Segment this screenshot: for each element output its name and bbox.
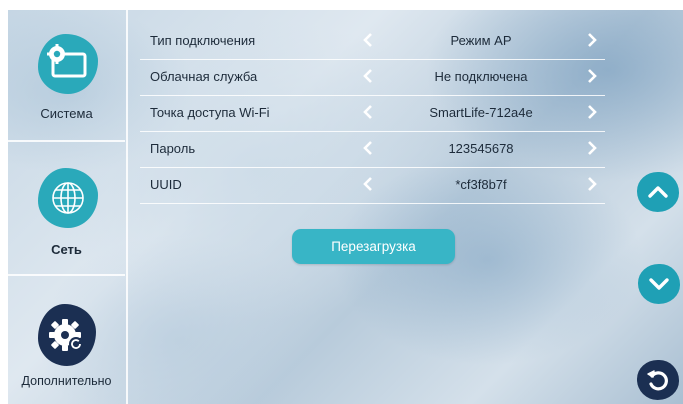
sidebar-item-label: Система bbox=[40, 106, 93, 121]
sidebar-item-label: Дополнительно bbox=[21, 374, 112, 388]
network-settings-list: Тип подключения Режим AP Облачная служба… bbox=[140, 24, 605, 204]
network-globe-icon bbox=[38, 168, 98, 228]
advanced-gear-icon bbox=[38, 304, 96, 366]
scroll-down-button[interactable] bbox=[638, 264, 680, 304]
row-label: Точка доступа Wi-Fi bbox=[150, 105, 270, 120]
chevron-right-icon[interactable] bbox=[584, 174, 600, 194]
row-value: *cf3f8b7f bbox=[455, 177, 507, 192]
scroll-up-button[interactable] bbox=[637, 172, 679, 212]
settings-row-wifi-access-point: Точка доступа Wi-Fi SmartLife-712a4e bbox=[140, 96, 605, 132]
sidebar-item-network[interactable]: Сеть bbox=[8, 142, 125, 274]
row-value: SmartLife-712a4e bbox=[429, 105, 533, 120]
chevron-left-icon[interactable] bbox=[360, 102, 376, 122]
chevron-right-icon[interactable] bbox=[584, 66, 600, 86]
row-value: Режим AP bbox=[450, 33, 512, 48]
chevron-up-icon bbox=[648, 186, 668, 198]
back-arrow-icon bbox=[647, 370, 668, 391]
row-label: Облачная служба bbox=[150, 69, 258, 84]
screen: Система Сеть Дополнительно Тип подключен… bbox=[8, 10, 683, 404]
chevron-left-icon[interactable] bbox=[360, 138, 376, 158]
chevron-left-icon[interactable] bbox=[360, 174, 376, 194]
settings-row-connection-type: Тип подключения Режим AP bbox=[140, 24, 605, 60]
back-button[interactable] bbox=[637, 360, 679, 400]
sidebar: Система Сеть Дополнительно bbox=[8, 10, 128, 404]
chevron-right-icon[interactable] bbox=[584, 138, 600, 158]
row-value: 123545678 bbox=[448, 141, 514, 156]
chevron-left-icon[interactable] bbox=[360, 66, 376, 86]
system-settings-icon bbox=[38, 34, 98, 94]
chevron-right-icon[interactable] bbox=[584, 30, 600, 50]
row-label: UUID bbox=[150, 177, 182, 192]
sidebar-item-advanced[interactable]: Дополнительно bbox=[8, 274, 125, 404]
chevron-right-icon[interactable] bbox=[584, 102, 600, 122]
sidebar-item-system[interactable]: Система bbox=[8, 10, 125, 142]
reboot-button[interactable]: Перезагрузка bbox=[292, 229, 455, 264]
settings-row-cloud-service: Облачная служба Не подключена bbox=[140, 60, 605, 96]
settings-row-uuid: UUID *cf3f8b7f bbox=[140, 168, 605, 204]
chevron-left-icon[interactable] bbox=[360, 30, 376, 50]
settings-row-password: Пароль 123545678 bbox=[140, 132, 605, 168]
sidebar-item-label: Сеть bbox=[51, 242, 82, 257]
row-label: Пароль bbox=[150, 141, 196, 156]
row-value: Не подключена bbox=[434, 69, 528, 84]
row-label: Тип подключения bbox=[150, 33, 256, 48]
chevron-down-icon bbox=[649, 278, 669, 290]
